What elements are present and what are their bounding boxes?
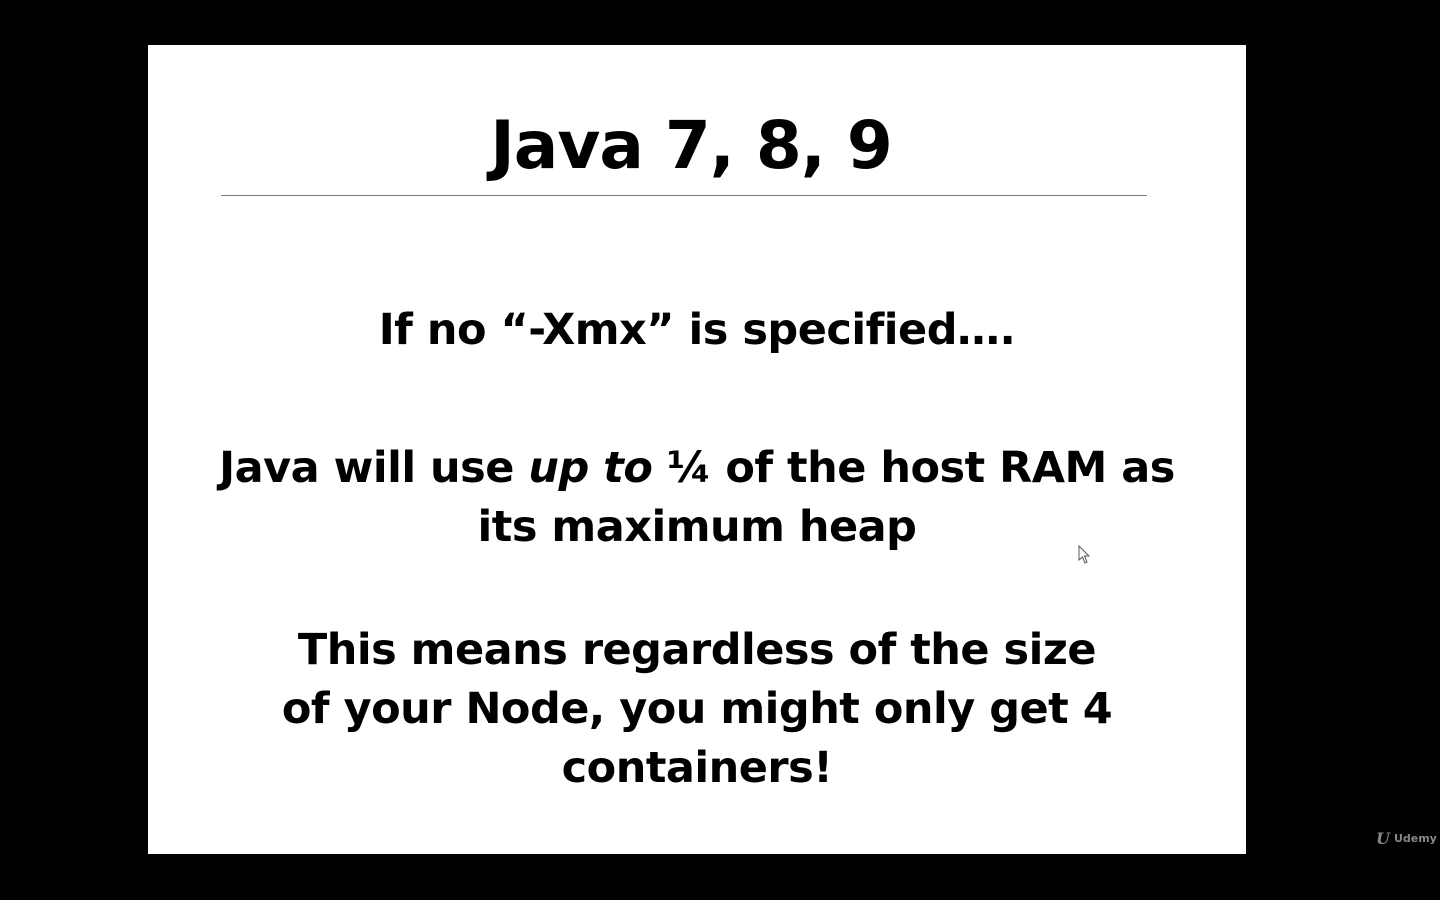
- title-divider: [221, 195, 1147, 196]
- paragraph-xmx: If no “-Xmx” is specified….: [378, 305, 1016, 355]
- udemy-logo-icon: U: [1376, 829, 1390, 848]
- slide-title: Java 7, 8, 9: [490, 107, 893, 184]
- text: Java will use: [219, 443, 529, 493]
- udemy-watermark: U Udemy: [1376, 829, 1437, 848]
- emphasis: up to: [528, 443, 653, 493]
- paragraph-containers: This means regardless of the size of you…: [281, 625, 1113, 793]
- paragraph-heap: Java will use up to ¼ of the host RAM as…: [148, 439, 1246, 557]
- watermark-text: Udemy: [1393, 832, 1437, 845]
- mouse-cursor-icon: [1078, 545, 1091, 564]
- slide: Java 7, 8, 9 If no “-Xmx” is specified….…: [148, 45, 1246, 854]
